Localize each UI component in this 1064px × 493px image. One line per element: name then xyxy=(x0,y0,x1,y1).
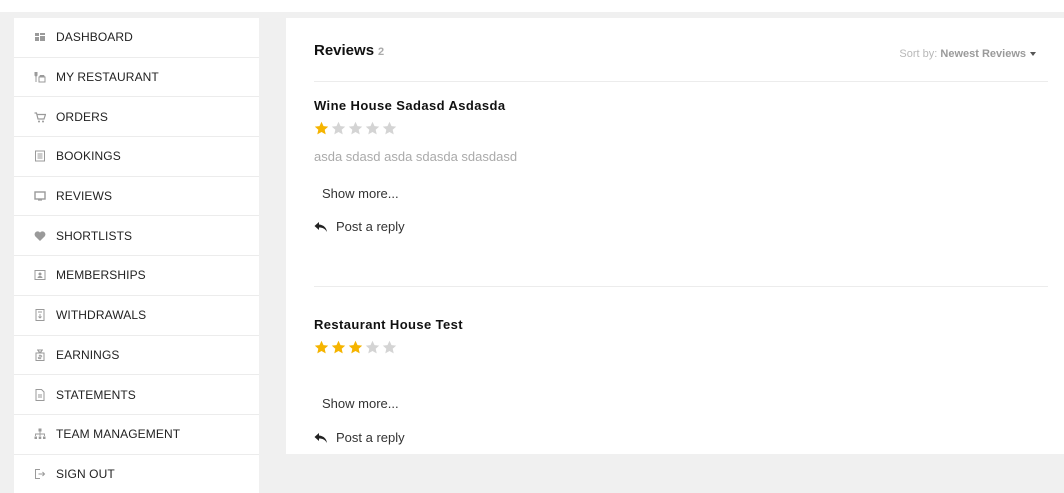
statements-icon xyxy=(34,388,46,401)
star-empty-icon xyxy=(382,340,399,356)
star-filled-icon xyxy=(314,121,331,137)
star-empty-icon xyxy=(348,121,365,137)
sidebar-item-label: EARNINGS xyxy=(56,347,120,362)
star-empty-icon xyxy=(382,121,399,137)
heart-icon xyxy=(34,230,46,242)
sidebar-item-memberships[interactable]: MEMBERSHIPS xyxy=(14,256,259,296)
reviews-header: Reviews 2 Sort by: Newest Reviews xyxy=(314,42,1048,82)
star-filled-icon xyxy=(314,340,331,356)
reply-icon xyxy=(314,221,328,233)
sidebar-item-label: ORDERS xyxy=(56,109,108,124)
show-more-link[interactable]: Show more... xyxy=(322,396,399,411)
star-filled-icon xyxy=(348,340,365,356)
review-title: Restaurant House Test xyxy=(314,317,464,332)
review-item: Restaurant House Test Show more... Post … xyxy=(314,317,1048,445)
reply-icon xyxy=(314,432,328,444)
chevron-down-icon xyxy=(1030,52,1036,57)
post-reply-label: Post a reply xyxy=(336,430,405,445)
star-filled-icon xyxy=(331,340,348,356)
sidebar-item-label: REVIEWS xyxy=(56,189,113,204)
withdrawals-icon xyxy=(34,309,46,322)
membership-icon xyxy=(34,269,46,281)
show-more-link[interactable]: Show more... xyxy=(322,186,399,201)
sidebar-item-dashboard[interactable]: DASHBOARD xyxy=(14,18,259,58)
header-divider xyxy=(314,81,1048,82)
sidebar-item-label: STATEMENTS xyxy=(56,387,136,402)
sidebar-item-label: MEMBERSHIPS xyxy=(56,268,146,283)
review-divider xyxy=(314,286,1048,287)
review-title: Wine House Sadasd Asdasda xyxy=(314,98,506,113)
show-more-row: Show more... xyxy=(314,395,1048,413)
sidebar-item-label: SHORTLISTS xyxy=(56,228,133,243)
sidebar-item-label: DASHBOARD xyxy=(56,30,133,45)
sign-out-icon xyxy=(34,468,46,480)
sidebar: DASHBOARD MY RESTAURANT ORDERS BOOKINGS … xyxy=(14,18,259,493)
reviews-panel: Reviews 2 Sort by: Newest Reviews Wine Ho… xyxy=(286,18,1064,454)
sidebar-item-bookings[interactable]: BOOKINGS xyxy=(14,137,259,177)
star-rating xyxy=(314,340,1048,356)
reviews-count-badge: 2 xyxy=(378,46,385,58)
star-rating xyxy=(314,121,1048,137)
bookings-icon xyxy=(34,150,46,162)
sidebar-item-earnings[interactable]: EARNINGS xyxy=(14,336,259,376)
show-more-row: Show more... xyxy=(314,185,1048,203)
page-title: Reviews xyxy=(314,42,375,59)
sidebar-item-reviews[interactable]: REVIEWS xyxy=(14,177,259,217)
cart-icon xyxy=(34,111,46,123)
sidebar-item-label: SIGN OUT xyxy=(56,467,115,482)
star-empty-icon xyxy=(331,121,348,137)
review-text: asda sdasd asda sdasda sdasdasd xyxy=(314,149,518,164)
sort-label: Sort by: xyxy=(899,48,938,60)
review-item: Wine House Sadasd Asdasda asda sdasd asd… xyxy=(314,98,1048,234)
sidebar-item-sign-out[interactable]: SIGN OUT xyxy=(14,455,259,493)
post-reply-label: Post a reply xyxy=(336,219,405,234)
sort-value: Newest Reviews xyxy=(940,48,1026,60)
post-reply-button[interactable]: Post a reply xyxy=(314,219,1048,234)
sidebar-item-orders[interactable]: ORDERS xyxy=(14,97,259,138)
post-reply-button[interactable]: Post a reply xyxy=(314,430,1048,445)
sidebar-item-statements[interactable]: STATEMENTS xyxy=(14,375,259,415)
sidebar-item-label: WITHDRAWALS xyxy=(56,308,147,323)
sidebar-item-label: BOOKINGS xyxy=(56,149,121,164)
earnings-icon xyxy=(34,349,46,361)
reviews-icon xyxy=(34,190,46,202)
star-empty-icon xyxy=(365,340,382,356)
sort-dropdown[interactable]: Sort by: Newest Reviews xyxy=(899,48,1036,60)
dashboard-icon xyxy=(34,31,46,43)
team-icon xyxy=(34,428,46,440)
sidebar-item-team-management[interactable]: TEAM MANAGEMENT xyxy=(14,415,259,455)
top-strip xyxy=(0,0,1064,12)
sidebar-item-withdrawals[interactable]: WITHDRAWALS xyxy=(14,296,259,336)
sidebar-item-my-restaurant[interactable]: MY RESTAURANT xyxy=(14,58,259,98)
star-empty-icon xyxy=(365,121,382,137)
sidebar-item-label: MY RESTAURANT xyxy=(56,70,159,85)
sidebar-item-shortlists[interactable]: SHORTLISTS xyxy=(14,216,259,257)
restaurant-icon xyxy=(34,71,46,83)
sidebar-item-label: TEAM MANAGEMENT xyxy=(56,427,181,442)
